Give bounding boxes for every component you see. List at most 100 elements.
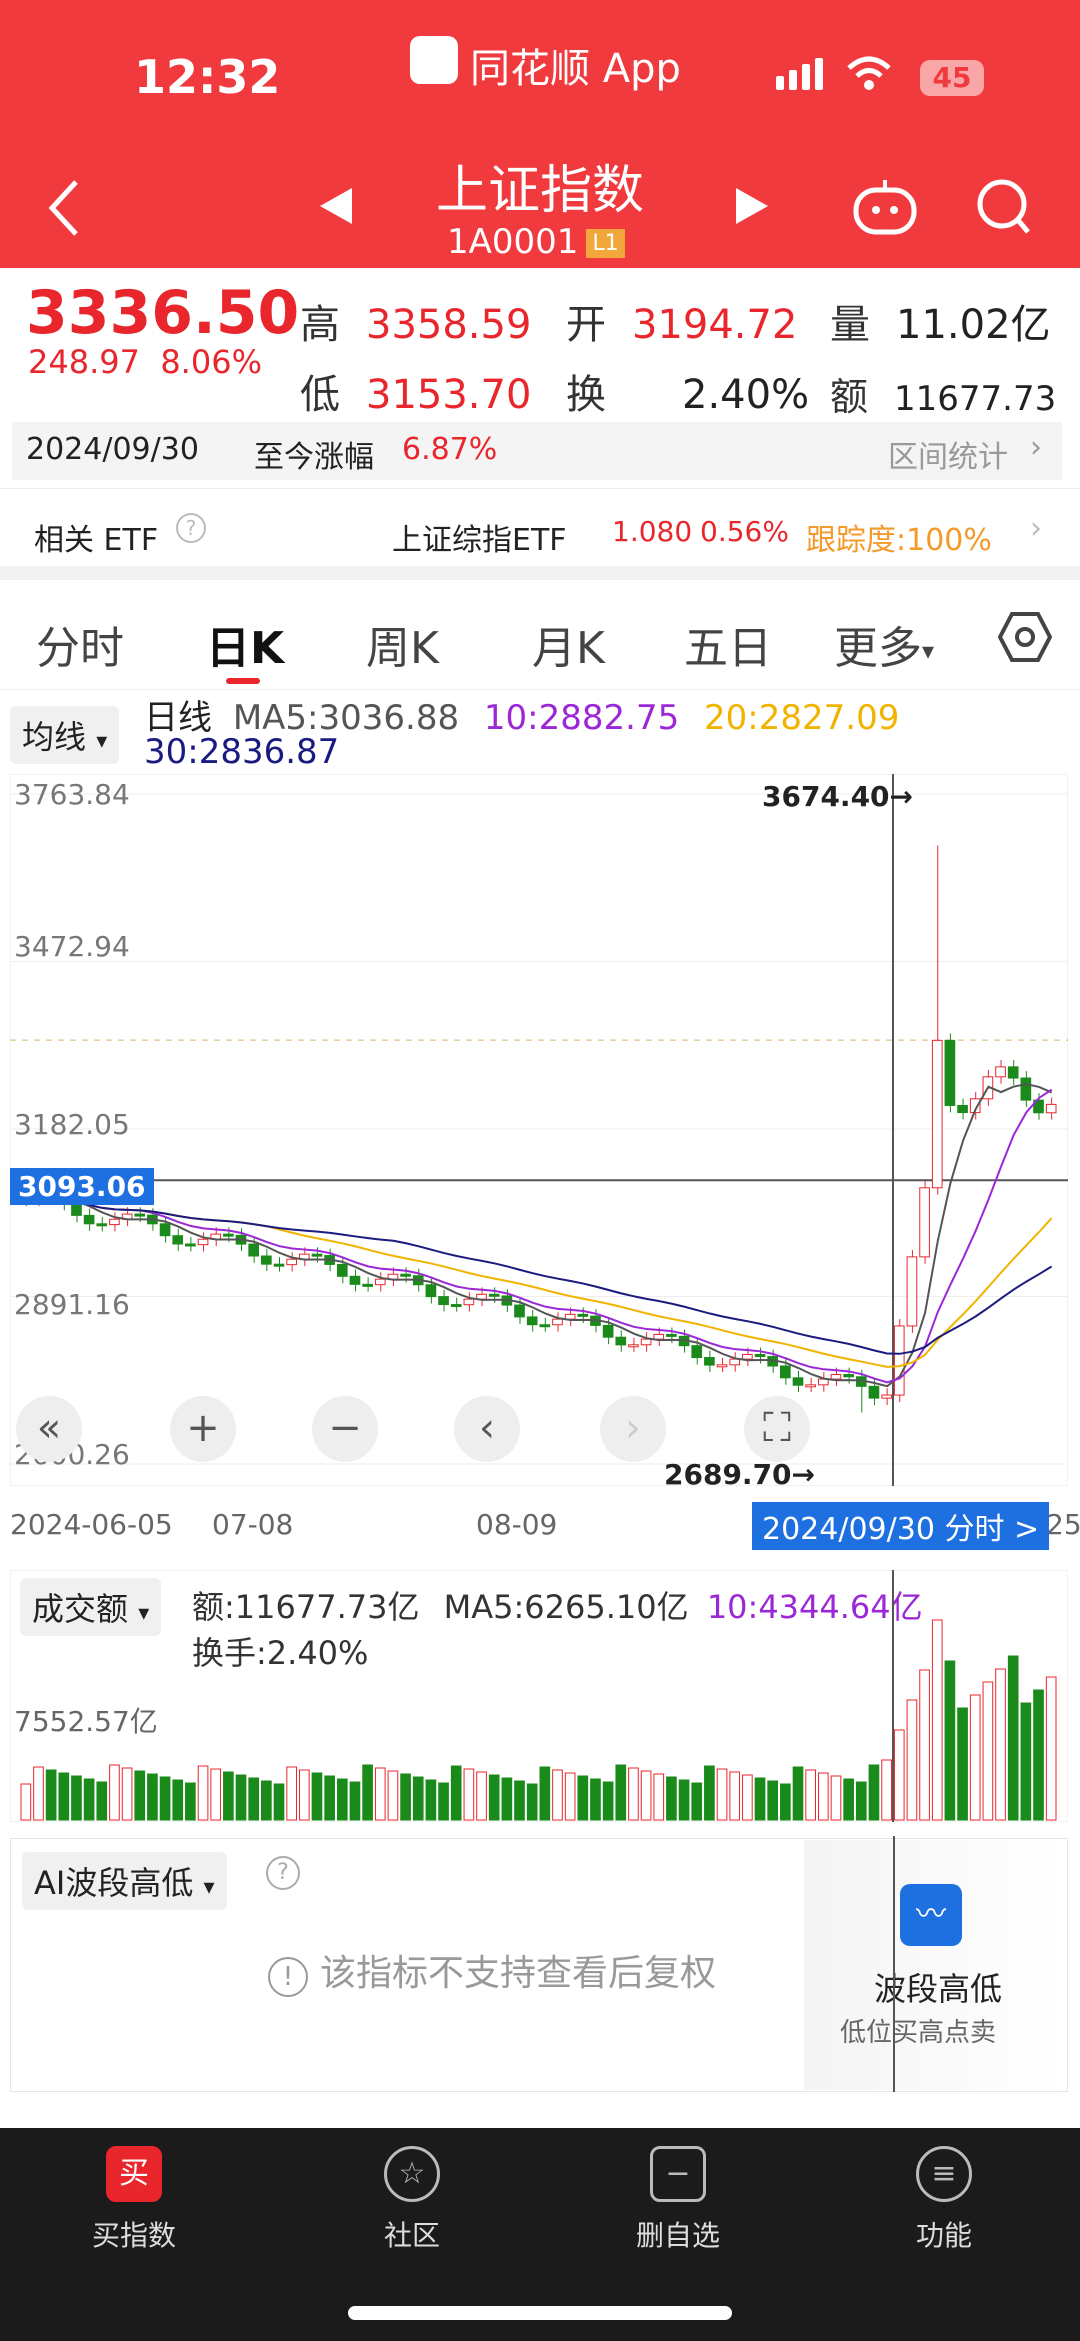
low-item: 低 3153.70 — [300, 362, 531, 420]
volume-bar — [235, 1774, 247, 1821]
candle — [514, 1304, 525, 1318]
candle — [223, 1233, 234, 1237]
volume-bar — [71, 1775, 82, 1821]
range-bar[interactable]: 2024/09/30 至今涨幅 6.87% 区间统计 › — [12, 422, 1062, 480]
volume-bar — [704, 1765, 715, 1821]
volume-bar — [666, 1776, 677, 1821]
candle — [716, 1364, 728, 1368]
volume-bar — [552, 1769, 563, 1821]
caret-down-icon: ▾ — [203, 1875, 215, 1900]
x-axis-label: 2024-06-05 — [10, 1508, 173, 1541]
volume-bar — [425, 1779, 437, 1821]
chevron-right-icon: › — [1030, 511, 1042, 546]
page-title: 上证指数 — [435, 161, 644, 221]
y-axis-label: 3182.05 — [14, 1108, 130, 1141]
zoom-in-button[interactable]: + — [170, 1396, 236, 1462]
volume-bar — [286, 1766, 297, 1821]
nav-buy-index[interactable]: 买买指数 — [34, 2146, 234, 2254]
x-axis-label: 25 — [1046, 1508, 1080, 1541]
volume-bar — [172, 1779, 184, 1821]
assistant-robot-icon[interactable] — [852, 176, 918, 236]
help-icon[interactable]: ? — [176, 513, 206, 543]
volume-bar — [488, 1774, 500, 1821]
menu-icon: ≡ — [916, 2146, 972, 2202]
volume-bar — [387, 1770, 399, 1821]
settings-hexagon-icon[interactable] — [998, 610, 1052, 664]
tab-intraday[interactable]: 分时 — [36, 612, 124, 676]
tab-monthly-k[interactable]: 月K — [532, 612, 605, 676]
candle — [425, 1284, 437, 1298]
kline-chart[interactable] — [10, 774, 1068, 1486]
candle — [374, 1278, 386, 1286]
volume-bar — [742, 1774, 753, 1821]
etf-label: 相关 ETF — [34, 523, 159, 558]
ma-indicator-select[interactable]: 均线 ▾ — [10, 706, 120, 764]
low-label: 低 — [300, 372, 340, 418]
volume-bar — [590, 1778, 601, 1821]
candle — [957, 1104, 968, 1114]
candle — [450, 1304, 462, 1308]
volume-bar — [185, 1782, 196, 1821]
volume-bar — [33, 1766, 44, 1821]
cursor-price-label: 3093.06 — [10, 1168, 154, 1205]
nav-community[interactable]: ☆ 社区 — [312, 2146, 512, 2254]
volume-bar — [298, 1769, 310, 1821]
candle — [311, 1253, 323, 1257]
ai-card[interactable]: 〰 波段高低 低位买高点卖 — [804, 1840, 1066, 2090]
zoom-out-button[interactable]: − — [312, 1396, 378, 1462]
range-value: 6.87% — [402, 432, 498, 467]
candle — [71, 1202, 82, 1216]
volume-bar — [843, 1778, 854, 1821]
candle — [881, 1394, 892, 1399]
buy-icon: 买 — [106, 2146, 162, 2202]
tab-more[interactable]: 更多▾ — [834, 612, 934, 676]
open-label: 开 — [566, 302, 606, 348]
zoom-fit-button[interactable]: « — [16, 1396, 82, 1462]
cursor-date-button[interactable]: 2024/09/30 分时 > — [752, 1502, 1050, 1550]
low-value: 3153.70 — [366, 372, 532, 418]
candle — [577, 1313, 589, 1317]
volume-bar — [893, 1729, 905, 1821]
candle — [1007, 1066, 1019, 1079]
nav-functions[interactable]: ≡ 功能 — [844, 2146, 1044, 2254]
candle — [134, 1213, 146, 1217]
help-icon[interactable]: ? — [266, 1856, 300, 1890]
search-icon[interactable] — [976, 178, 1032, 238]
volume-bar — [159, 1776, 171, 1821]
ma-indicator-label: 均线 — [22, 718, 87, 756]
next-stock-icon[interactable] — [734, 186, 770, 226]
volume-bar — [817, 1772, 829, 1821]
candle — [843, 1374, 854, 1378]
tab-daily-k[interactable]: 日K — [206, 612, 284, 676]
etf-bar[interactable]: 相关 ETF ? 上证综指ETF 1.080 0.56% 跟踪度:100% › — [0, 488, 1080, 580]
nav-remove-watchlist[interactable]: − 删自选 — [578, 2146, 778, 2254]
y-axis-label: 3763.84 — [14, 778, 130, 811]
volume-chart[interactable] — [10, 1570, 1068, 1822]
candle — [552, 1318, 563, 1326]
volume-label: 量 — [830, 302, 870, 348]
tab-five-day[interactable]: 五日 — [684, 612, 772, 676]
volume-bar — [944, 1660, 956, 1821]
range-stats-link[interactable]: 区间统计 — [888, 432, 1008, 476]
volume-bar — [969, 1694, 981, 1821]
volume-bar — [678, 1779, 690, 1821]
last-price: 3336.50 — [26, 278, 300, 348]
volume-bar — [906, 1699, 918, 1821]
ai-indicator-select[interactable]: AI波段高低 ▾ — [22, 1852, 227, 1910]
change-pct: 8.06% — [160, 343, 262, 381]
candle — [362, 1283, 373, 1287]
tab-weekly-k[interactable]: 周K — [366, 612, 439, 676]
stock-code-text: 1A0001 — [447, 222, 579, 262]
volume-bar — [957, 1707, 968, 1821]
scroll-left-button[interactable]: ‹ — [454, 1396, 520, 1462]
fullscreen-button[interactable]: ⛶ — [744, 1396, 810, 1462]
candle — [653, 1333, 665, 1340]
candle — [792, 1377, 804, 1386]
candle — [463, 1298, 475, 1306]
candle — [96, 1223, 108, 1227]
volume-item: 量 11.02亿 — [830, 292, 1051, 350]
volume-bar — [20, 1783, 32, 1821]
scroll-right-button[interactable]: › — [600, 1396, 666, 1462]
candle — [742, 1353, 753, 1360]
volume-bar — [729, 1771, 741, 1821]
